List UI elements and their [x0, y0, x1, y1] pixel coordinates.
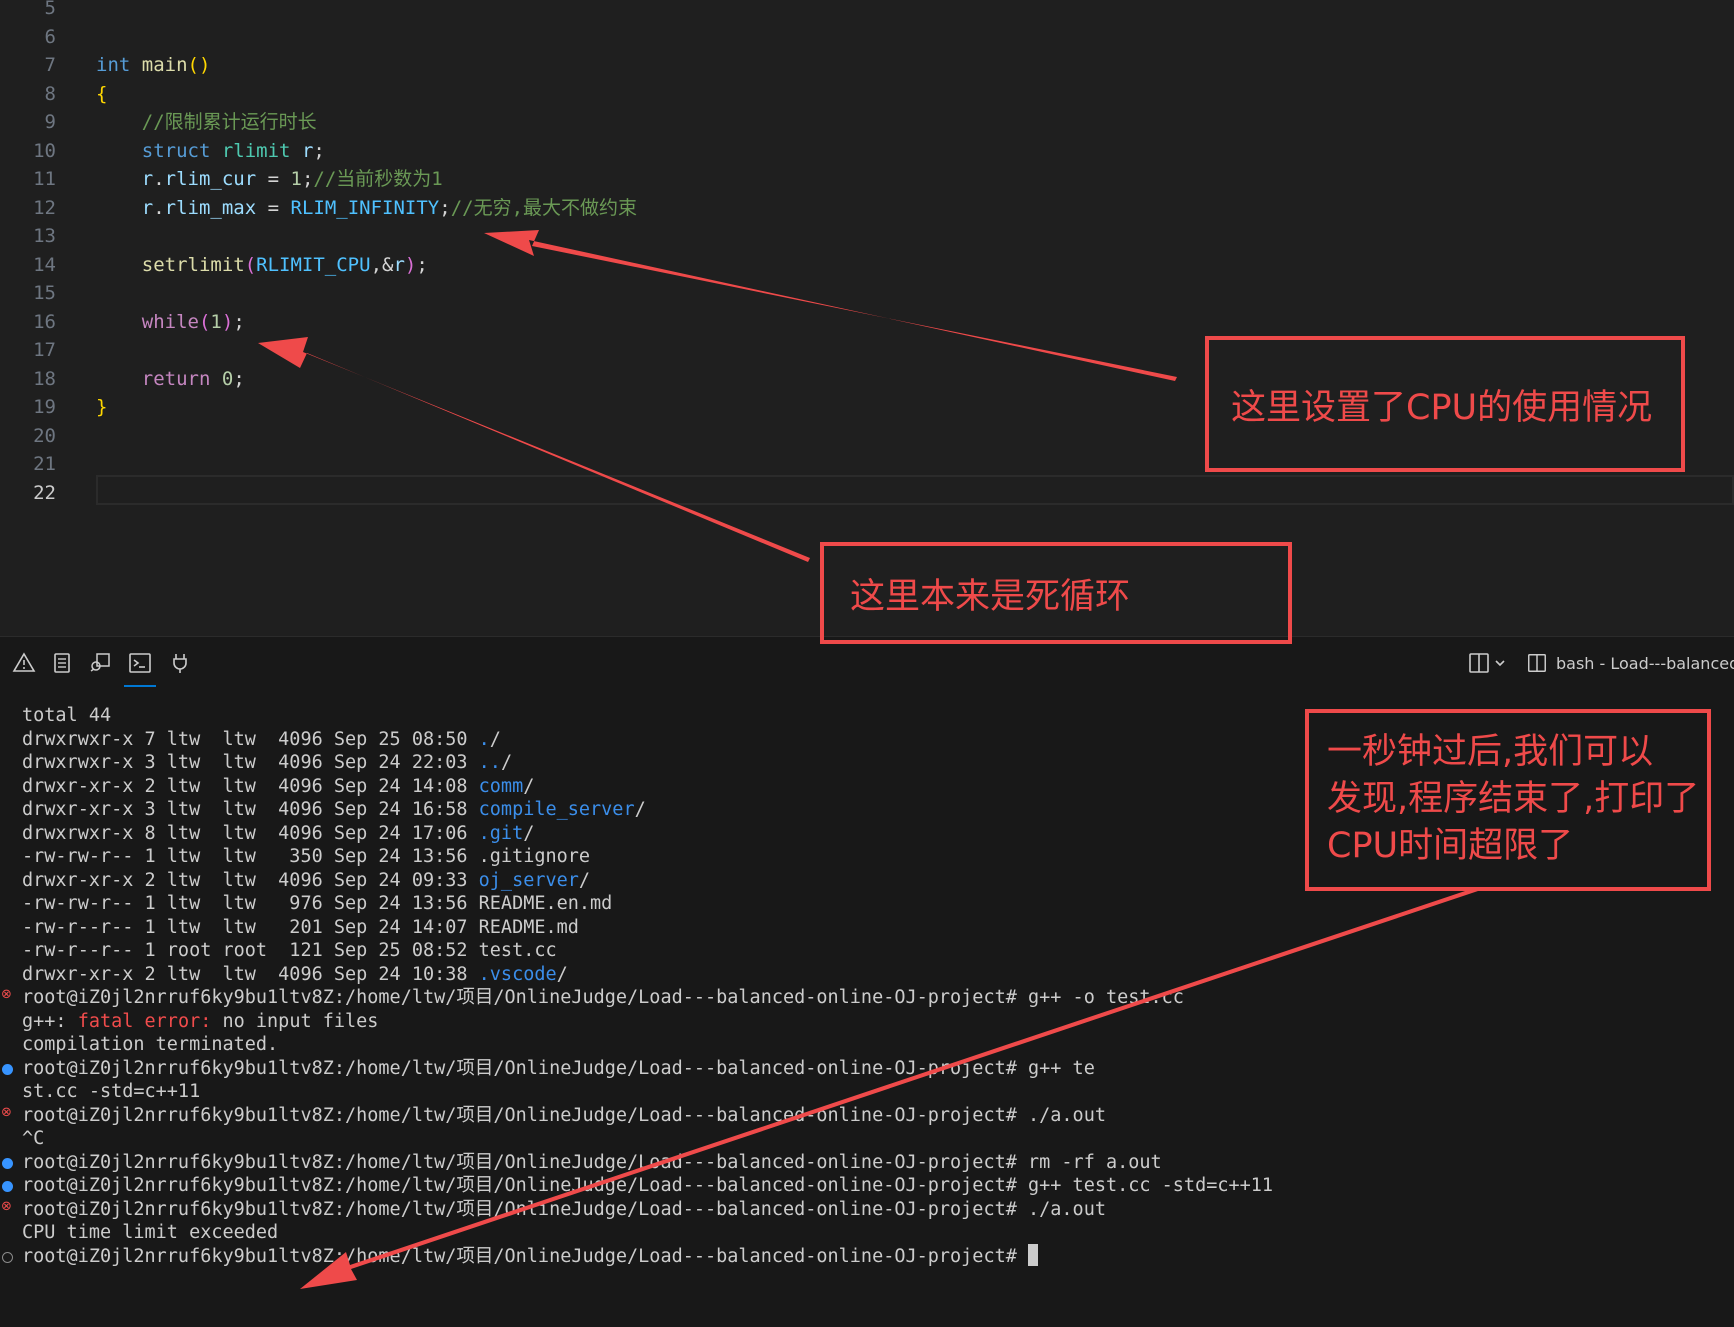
code-text: struct rlimit r; [141, 139, 325, 162]
line-number: 6 [44, 25, 56, 48]
annotation-result: 一秒钟过后,我们可以 发现,程序结束了,打印了 CPU时间超限了 [1305, 709, 1711, 891]
code-line[interactable]: 15 [0, 279, 1734, 307]
output-icon [54, 653, 70, 673]
line-number: 21 [33, 453, 56, 475]
terminal-line: drwxr-xr-x 2 ltw ltw 4096 Sep 24 14:08 c… [22, 775, 535, 797]
code-line[interactable]: 5 [0, 0, 1734, 22]
line-number: 15 [33, 282, 56, 304]
terminal-line: root@iZ0jl2nrruf6ky9bu1ltv8Z:/home/ltw/项… [22, 1175, 1274, 1196]
terminal-line: -rw-r--r-- 1 root root 121 Sep 25 08:52 … [22, 940, 557, 961]
line-number: 5 [44, 0, 56, 19]
terminal-line: total 44 [22, 705, 112, 726]
command-failed-icon[interactable] [1, 1105, 13, 1122]
code-line[interactable]: 11 r.rlim_cur = 1;//当前秒数为1 [0, 165, 1734, 193]
terminal-icon [129, 653, 151, 673]
terminal-tab[interactable] [124, 651, 156, 687]
code-text: while(1); [141, 310, 245, 333]
split-terminal-button[interactable] [1468, 651, 1512, 675]
code-line[interactable]: 12 r.rlim_max = RLIM_INFINITY;//无穷,最大不做约… [0, 194, 1734, 222]
terminal-line: ^C [22, 1128, 45, 1149]
line-number: 11 [33, 168, 56, 190]
code-line[interactable]: 22 [0, 479, 1734, 507]
terminal-line: st.cc -std=c++11 [22, 1081, 201, 1102]
line-number: 19 [33, 396, 56, 418]
terminal-line: root@iZ0jl2nrruf6ky9bu1ltv8Z:/home/ltw/项… [22, 987, 1184, 1008]
code-text: int main() [96, 54, 211, 76]
line-number: 12 [33, 196, 56, 219]
command-pending-icon[interactable] [2, 1251, 13, 1263]
terminal-line: -rw-rw-r-- 1 ltw ltw 350 Sep 24 13:56 .g… [22, 846, 591, 867]
warning-icon [12, 652, 36, 672]
line-number: 22 [33, 481, 56, 504]
command-success-icon[interactable] [2, 1063, 13, 1075]
terminal-line: drwxr-xr-x 2 ltw ltw 4096 Sep 24 10:38 .… [22, 963, 568, 985]
debug-console-icon [90, 653, 110, 672]
line-number: 14 [33, 253, 56, 276]
output-tab[interactable] [50, 651, 74, 675]
command-failed-icon[interactable] [1, 987, 13, 1004]
code-line[interactable]: 14 setrlimit(RLIMIT_CPU,&r); [0, 251, 1734, 279]
line-number: 7 [44, 54, 56, 76]
terminal-cursor [1028, 1243, 1039, 1266]
terminal-line: drwxrwxr-x 8 ltw ltw 4096 Sep 24 17:06 .… [22, 822, 535, 844]
split-pane-icon [1528, 654, 1546, 672]
debug-console-tab[interactable] [88, 651, 112, 675]
terminal-line: CPU time limit exceeded [22, 1222, 279, 1243]
code-text: { [96, 82, 108, 105]
ports-icon [173, 654, 187, 673]
code-text: //限制累计运行时长 [141, 111, 317, 133]
terminal-line: root@iZ0jl2nrruf6ky9bu1ltv8Z:/home/ltw/项… [22, 1243, 1039, 1270]
problems-tab[interactable] [12, 651, 36, 675]
code-text: r.rlim_cur = 1;//当前秒数为1 [141, 168, 443, 190]
line-number: 10 [33, 139, 56, 162]
code-editor[interactable]: 5 6 7 int main() 8{9 //限制累计运行时长 10 struct rli… [0, 0, 1734, 636]
terminal-line: drwxrwxr-x 3 ltw ltw 4096 Sep 24 22:03 .… [22, 752, 513, 773]
line-number: 9 [44, 111, 56, 133]
terminal-line: -rw-rw-r-- 1 ltw ltw 976 Sep 24 13:56 RE… [22, 893, 613, 914]
annotation-cpu-setting: 这里设置了CPU的使用情况 [1205, 336, 1685, 472]
terminal-line: drwxr-xr-x 3 ltw ltw 4096 Sep 24 16:58 c… [22, 799, 646, 820]
terminal-line: drwxrwxr-x 7 ltw ltw 4096 Sep 25 08:50 .… [22, 728, 501, 750]
terminal-line: root@iZ0jl2nrruf6ky9bu1ltv8Z:/home/ltw/项… [22, 1151, 1162, 1173]
command-failed-icon[interactable] [1, 1199, 13, 1216]
code-line[interactable]: 8{ [0, 80, 1734, 108]
command-success-icon[interactable] [2, 1181, 13, 1192]
terminal-line: root@iZ0jl2nrruf6ky9bu1ltv8Z:/home/ltw/项… [22, 1104, 1106, 1126]
terminal-line: compilation terminated. [22, 1034, 279, 1055]
code-line[interactable]: 6 [0, 23, 1734, 51]
terminal-line: drwxr-xr-x 2 ltw ltw 4096 Sep 24 09:33 o… [22, 869, 591, 891]
terminal-line: g++: fatal error: no input files [22, 1010, 379, 1032]
code-line[interactable]: 7 int main() [0, 51, 1734, 79]
annotation-infinite-loop: 这里本来是死循环 [820, 542, 1292, 644]
code-text: return 0; [141, 367, 245, 390]
code-text: } [96, 396, 108, 418]
terminal-line: root@iZ0jl2nrruf6ky9bu1ltv8Z:/home/ltw/项… [22, 1057, 1095, 1079]
line-number: 20 [33, 424, 56, 447]
ports-tab[interactable] [168, 651, 192, 675]
code-text: setrlimit(RLIMIT_CPU,&r); [141, 253, 428, 276]
code-line[interactable]: 16 while(1); [0, 308, 1734, 336]
terminal-line: root@iZ0jl2nrruf6ky9bu1ltv8Z:/home/ltw/项… [22, 1198, 1106, 1220]
line-number: 18 [33, 367, 56, 390]
code-line[interactable]: 10 struct rlimit r; [0, 137, 1734, 165]
line-number: 13 [33, 225, 56, 247]
terminal-title: bash - Load---balanced- [1556, 653, 1734, 673]
line-number: 17 [33, 339, 56, 361]
line-number: 16 [33, 310, 56, 333]
terminal-instance[interactable]: bash - Load---balanced- [1526, 651, 1734, 675]
panel-tab-bar: bash - Load---balanced- [0, 637, 1734, 689]
split-icon [1469, 653, 1505, 673]
code-line[interactable]: 9 //限制累计运行时长 [0, 108, 1734, 136]
command-success-icon[interactable] [2, 1157, 13, 1169]
code-text: r.rlim_max = RLIM_INFINITY;//无穷,最大不做约束 [141, 196, 638, 219]
terminal-line: -rw-r--r-- 1 ltw ltw 201 Sep 24 14:07 RE… [22, 916, 579, 938]
code-line[interactable]: 13 [0, 222, 1734, 250]
line-number: 8 [44, 82, 56, 105]
